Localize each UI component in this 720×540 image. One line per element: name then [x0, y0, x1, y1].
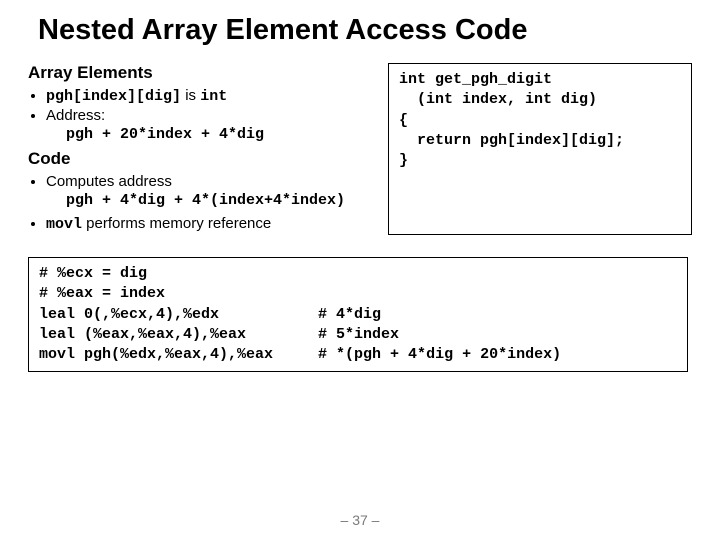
expr-pgh-index-dig: pgh[index][dig]	[46, 88, 181, 105]
bullet-movl: movl performs memory reference	[46, 215, 376, 233]
c-function-box: int get_pgh_digit (int index, int dig) {…	[388, 63, 692, 235]
content-columns: Array Elements pgh[index][dig] is int Ad…	[28, 61, 692, 235]
text-is: is	[181, 87, 200, 104]
section-code: Code	[28, 149, 376, 169]
instr-movl: movl	[46, 216, 82, 233]
array-elements-list: pgh[index][dig] is int Address:	[46, 87, 376, 124]
code-list: Computes address	[46, 173, 376, 190]
slide-title: Nested Array Element Access Code	[38, 14, 692, 47]
slide: Nested Array Element Access Code Array E…	[0, 0, 720, 540]
page-number: – 37 –	[0, 512, 720, 528]
text-performs: performs memory reference	[82, 215, 271, 232]
left-column: Array Elements pgh[index][dig] is int Ad…	[28, 61, 376, 235]
assembly-box: # %ecx = dig # %eax = index leal 0(,%ecx…	[28, 257, 688, 372]
computed-address: pgh + 4*dig + 4*(index+4*index)	[66, 192, 376, 209]
bullet-type: pgh[index][dig] is int	[46, 87, 376, 105]
bullet-computes: Computes address	[46, 173, 376, 190]
type-int: int	[200, 88, 227, 105]
code-list-2: movl performs memory reference	[46, 215, 376, 233]
bullet-address: Address:	[46, 107, 376, 124]
section-array-elements: Array Elements	[28, 63, 376, 83]
address-formula: pgh + 20*index + 4*dig	[66, 126, 376, 143]
